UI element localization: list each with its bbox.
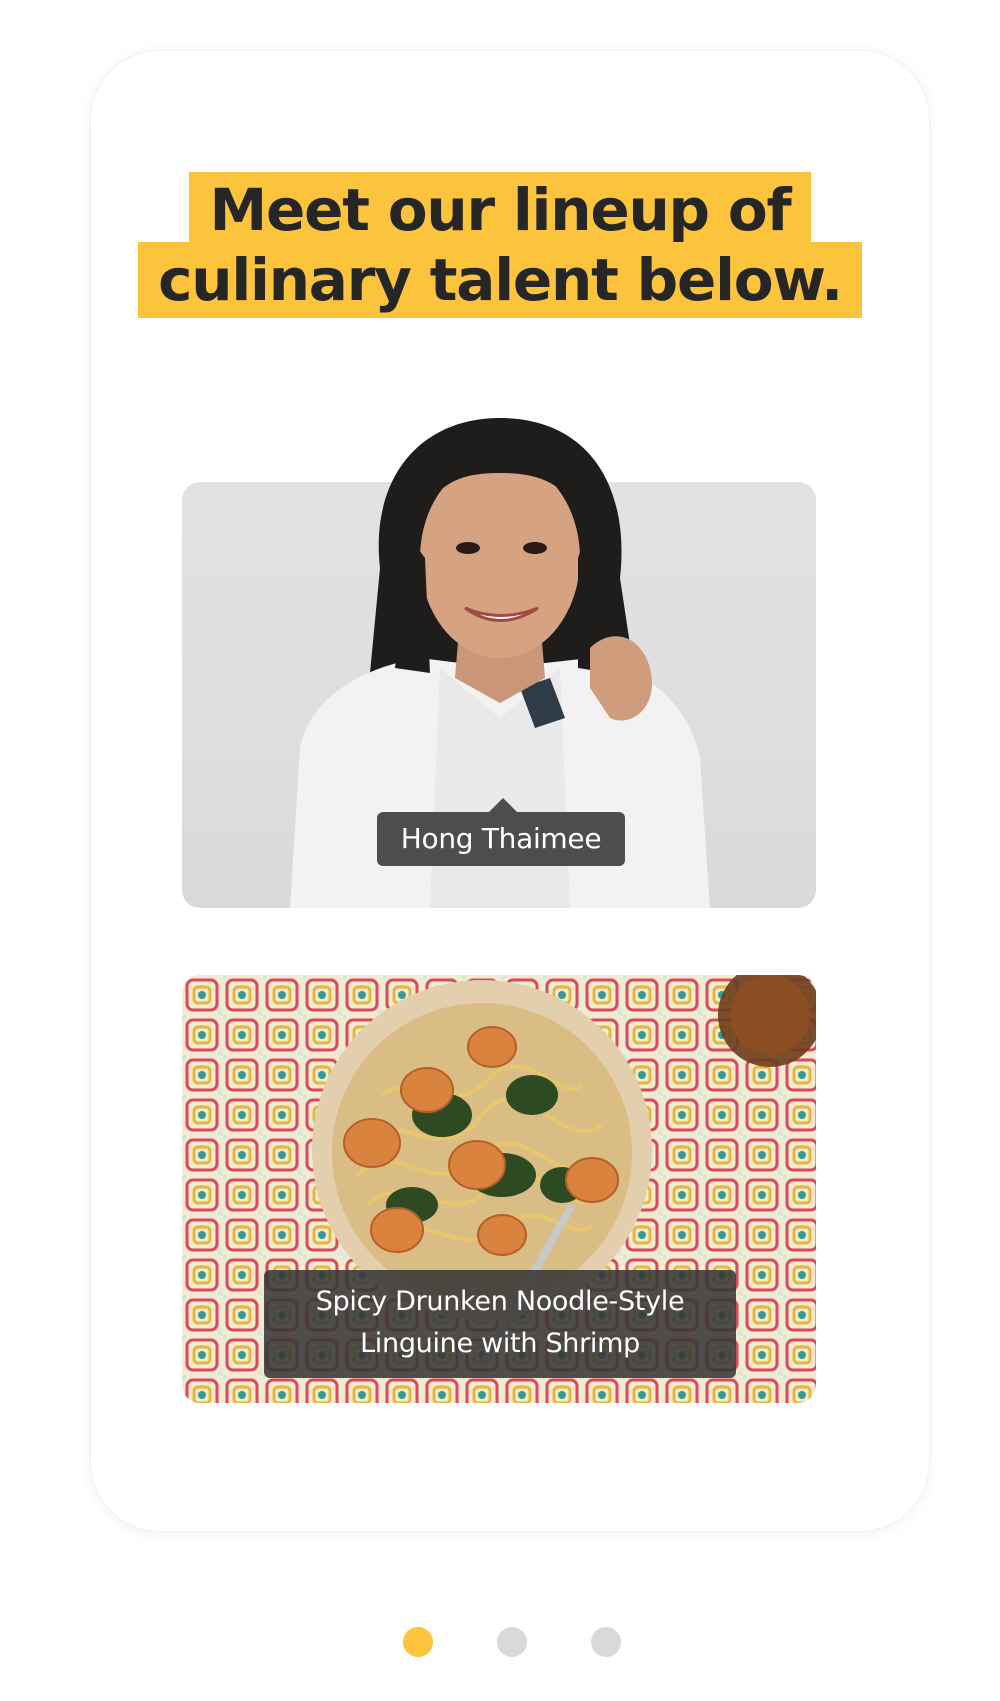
headline-line-2: culinary talent below. (138, 242, 862, 318)
chef-label-pointer (489, 798, 517, 812)
pagination-dot-2[interactable] (497, 1627, 527, 1657)
headline-line-1: Meet our lineup of (189, 172, 811, 248)
dish-name-line-1: Spicy Drunken Noodle-Style (315, 1286, 685, 1317)
headline: Meet our lineup of culinary talent below… (0, 172, 1000, 318)
chef-name-label: Hong Thaimee (377, 812, 625, 866)
dish-name-line-2: Linguine with Shrimp (360, 1328, 640, 1359)
pagination-dot-1[interactable] (403, 1627, 433, 1657)
dish-name-label: Spicy Drunken Noodle-Style Linguine with… (264, 1270, 736, 1378)
pagination-dot-3[interactable] (591, 1627, 621, 1657)
pagination-dots (0, 1627, 1000, 1657)
